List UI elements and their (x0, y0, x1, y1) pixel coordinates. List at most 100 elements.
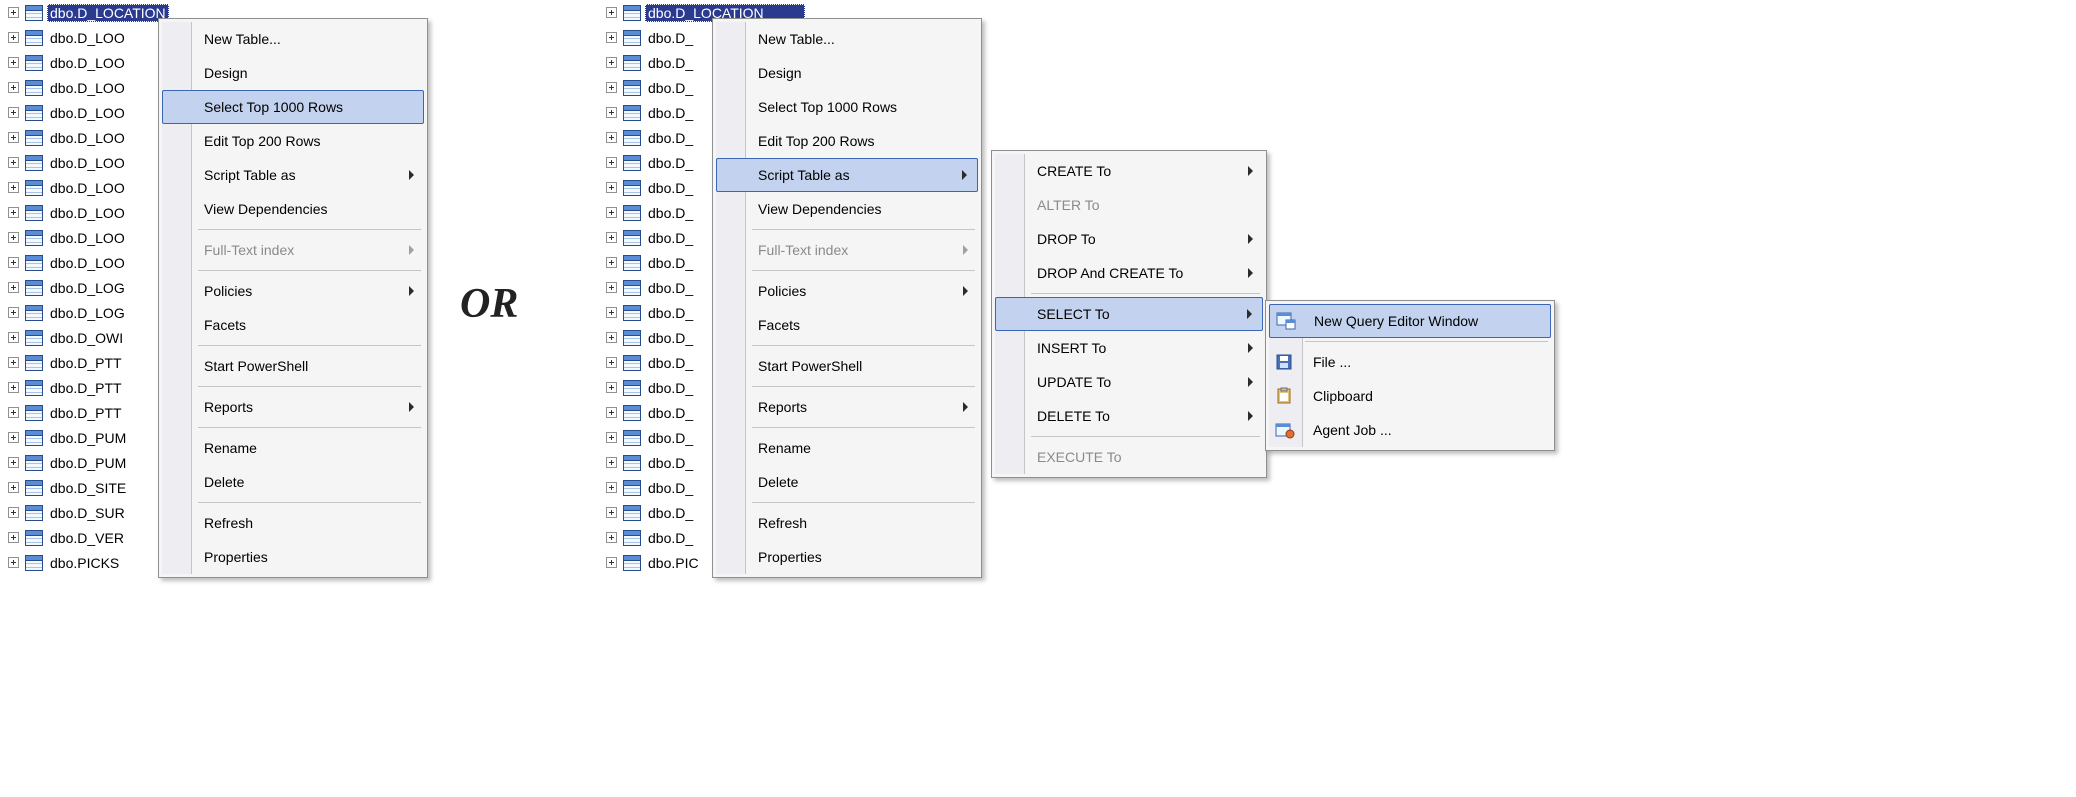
menu-item-create-to[interactable]: CREATE To (995, 154, 1263, 188)
menu-item-policies[interactable]: Policies (162, 274, 424, 308)
expand-icon[interactable] (8, 257, 19, 268)
expand-icon[interactable] (606, 157, 617, 168)
menu-item-reports[interactable]: Reports (162, 390, 424, 424)
menu-item-delete[interactable]: Delete (162, 465, 424, 499)
menu-item-rename[interactable]: Rename (162, 431, 424, 465)
expand-icon[interactable] (606, 282, 617, 293)
expand-icon[interactable] (8, 7, 19, 18)
expand-icon[interactable] (8, 232, 19, 243)
node-label: dbo.D_ (645, 154, 696, 172)
menu-separator (1031, 293, 1260, 294)
expand-icon[interactable] (606, 232, 617, 243)
menu-item-insert-to[interactable]: INSERT To (995, 331, 1263, 365)
expand-icon[interactable] (606, 432, 617, 443)
menu-item-view-dependencies[interactable]: View Dependencies (162, 192, 424, 226)
menu-item-policies[interactable]: Policies (716, 274, 978, 308)
expand-icon[interactable] (606, 457, 617, 468)
menu-item-select-top[interactable]: Select Top 1000 Rows (162, 90, 424, 124)
menu-item-file[interactable]: File ... (1269, 345, 1551, 379)
table-icon (623, 230, 641, 246)
expand-icon[interactable] (8, 332, 19, 343)
menu-item-script-as[interactable]: Script Table as (716, 158, 978, 192)
menu-item-refresh[interactable]: Refresh (162, 506, 424, 540)
expand-icon[interactable] (8, 207, 19, 218)
menu-item-properties[interactable]: Properties (716, 540, 978, 574)
expand-icon[interactable] (606, 357, 617, 368)
expand-icon[interactable] (606, 332, 617, 343)
menu-item-label: Script Table as (204, 167, 296, 183)
expand-icon[interactable] (606, 207, 617, 218)
menu-item-facets[interactable]: Facets (716, 308, 978, 342)
menu-item-view-dependencies[interactable]: View Dependencies (716, 192, 978, 226)
menu-item-clipboard[interactable]: Clipboard (1269, 379, 1551, 413)
menu-item-facets[interactable]: Facets (162, 308, 424, 342)
expand-icon[interactable] (8, 457, 19, 468)
expand-icon[interactable] (8, 282, 19, 293)
expand-icon[interactable] (606, 57, 617, 68)
expand-icon[interactable] (606, 132, 617, 143)
expand-icon[interactable] (606, 482, 617, 493)
menu-item-drop-create-to[interactable]: DROP And CREATE To (995, 256, 1263, 290)
menu-item-start-powershell[interactable]: Start PowerShell (716, 349, 978, 383)
expand-icon[interactable] (606, 307, 617, 318)
menu-item-start-powershell[interactable]: Start PowerShell (162, 349, 424, 383)
menu-item-label: Delete (204, 474, 244, 490)
expand-icon[interactable] (8, 357, 19, 368)
menu-item-new-table[interactable]: New Table... (162, 22, 424, 56)
expand-icon[interactable] (606, 32, 617, 43)
menu-item-label: Start PowerShell (204, 358, 308, 374)
menu-item-new-table[interactable]: New Table... (716, 22, 978, 56)
expand-icon[interactable] (606, 182, 617, 193)
node-label: dbo.D_ (645, 379, 696, 397)
expand-icon[interactable] (8, 182, 19, 193)
expand-icon[interactable] (8, 432, 19, 443)
expand-icon[interactable] (8, 132, 19, 143)
menu-item-reports[interactable]: Reports (716, 390, 978, 424)
expand-icon[interactable] (8, 557, 19, 568)
menu-item-agent-job[interactable]: Agent Job ... (1269, 413, 1551, 447)
menu-item-delete[interactable]: Delete (716, 465, 978, 499)
menu-item-properties[interactable]: Properties (162, 540, 424, 574)
expand-icon[interactable] (606, 407, 617, 418)
menu-item-new-query-editor[interactable]: New Query Editor Window (1269, 304, 1551, 338)
expand-icon[interactable] (606, 82, 617, 93)
expand-icon[interactable] (606, 507, 617, 518)
expand-icon[interactable] (8, 107, 19, 118)
expand-icon[interactable] (8, 157, 19, 168)
expand-icon[interactable] (606, 257, 617, 268)
table-icon (25, 55, 43, 71)
expand-icon[interactable] (8, 382, 19, 393)
menu-item-drop-to[interactable]: DROP To (995, 222, 1263, 256)
table-icon (25, 505, 43, 521)
expand-icon[interactable] (606, 7, 617, 18)
expand-icon[interactable] (606, 382, 617, 393)
expand-icon[interactable] (606, 107, 617, 118)
menu-item-select-to[interactable]: SELECT To (995, 297, 1263, 331)
expand-icon[interactable] (8, 482, 19, 493)
expand-icon[interactable] (8, 307, 19, 318)
expand-icon[interactable] (606, 557, 617, 568)
menu-item-refresh[interactable]: Refresh (716, 506, 978, 540)
node-label: dbo.D_LOO (47, 104, 128, 122)
node-label: dbo.D_ (645, 204, 696, 222)
menu-item-label: Properties (204, 549, 268, 565)
expand-icon[interactable] (8, 532, 19, 543)
menu-item-delete-to[interactable]: DELETE To (995, 399, 1263, 433)
chevron-right-icon (962, 170, 967, 180)
expand-icon[interactable] (8, 82, 19, 93)
menu-item-script-as[interactable]: Script Table as (162, 158, 424, 192)
expand-icon[interactable] (8, 507, 19, 518)
menu-item-select-top[interactable]: Select Top 1000 Rows (716, 90, 978, 124)
expand-icon[interactable] (8, 57, 19, 68)
menu-item-rename[interactable]: Rename (716, 431, 978, 465)
table-icon (623, 430, 641, 446)
expand-icon[interactable] (606, 532, 617, 543)
expand-icon[interactable] (8, 407, 19, 418)
menu-item-update-to[interactable]: UPDATE To (995, 365, 1263, 399)
expand-icon[interactable] (8, 32, 19, 43)
menu-item-design[interactable]: Design (162, 56, 424, 90)
chevron-right-icon (963, 286, 968, 296)
menu-item-edit-top[interactable]: Edit Top 200 Rows (162, 124, 424, 158)
menu-item-design[interactable]: Design (716, 56, 978, 90)
menu-item-edit-top[interactable]: Edit Top 200 Rows (716, 124, 978, 158)
